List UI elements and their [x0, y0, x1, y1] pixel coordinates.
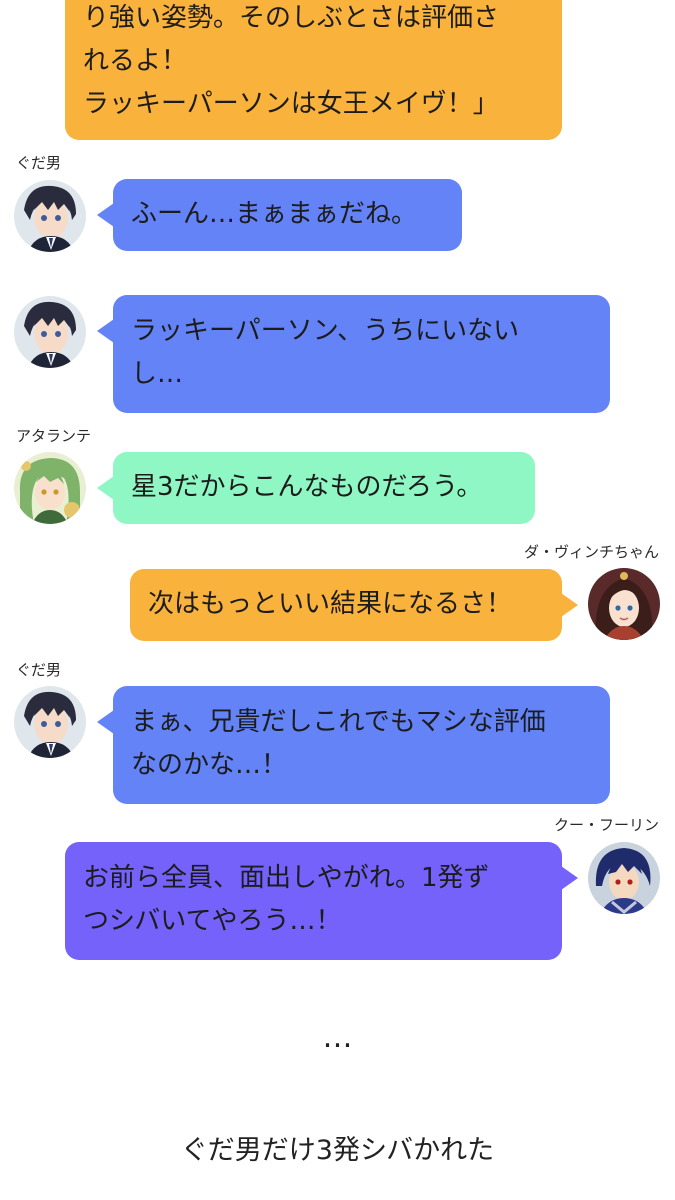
message-bubble-0: り強い姿勢。そのしぶとさは評価さ れるよ！ ラッキーパーソンは女王メイヴ！」: [65, 0, 562, 140]
speaker-name: クー・フーリン: [553, 816, 659, 834]
avatar-image: [14, 686, 86, 758]
ellipsis-text: …: [322, 1020, 353, 1055]
cu-chulainn-avatar: [588, 842, 660, 914]
avatar-image: [14, 180, 86, 252]
caption-text: ぐだ男だけ3発シバかれた: [180, 1135, 495, 1166]
message-bubble-1: ふーん…まぁまぁだね。: [97, 179, 462, 251]
avatar-image: [588, 842, 660, 914]
gudao-avatar: [14, 296, 86, 368]
chat-log: り強い姿勢。そのしぶとさは評価さ れるよ！ ラッキーパーソンは女王メイヴ！」 ぐ…: [0, 0, 675, 1200]
message-bubble-2: ラッキーパーソン、うちにいない し…: [97, 295, 610, 413]
davinci-avatar: [588, 568, 660, 640]
avatar-image: [14, 296, 86, 368]
gudao-avatar: [14, 686, 86, 758]
speaker-name: ぐだ男: [16, 154, 62, 172]
speaker-name: アタランテ: [16, 427, 92, 445]
message-bubble-3: 星3だからこんなものだろう。: [97, 452, 535, 524]
speaker-name: ダ・ヴィンチちゃん: [523, 543, 659, 561]
message-bubble-5: まぁ、兄貴だしこれでもマシな評価 なのかな…！: [97, 686, 610, 804]
avatar-image: [14, 452, 86, 524]
avatar-image: [588, 568, 660, 640]
gudao-avatar: [14, 180, 86, 252]
atalante-avatar: [14, 452, 86, 524]
speaker-name: ぐだ男: [16, 661, 62, 679]
message-bubble-4: 次はもっといい結果になるさ！: [130, 569, 578, 641]
message-bubble-6: お前ら全員、面出しやがれ。1発ず つシバいてやろう…！: [65, 842, 578, 960]
